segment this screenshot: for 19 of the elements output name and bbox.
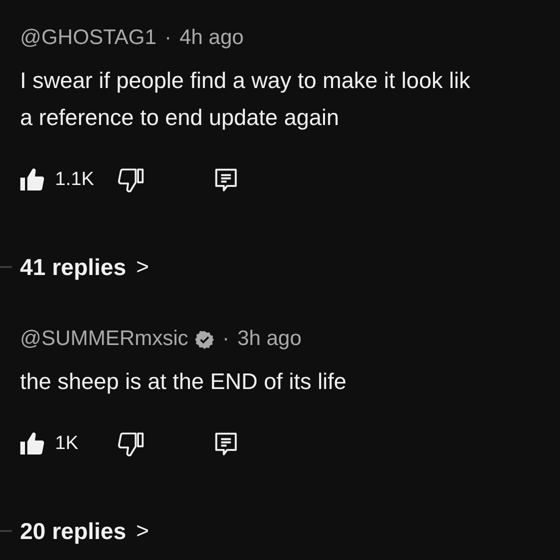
like-count: 1.1K (55, 169, 96, 191)
comment-text: the sheep is at the END of its life (20, 368, 348, 396)
dislike-button[interactable] (117, 430, 145, 458)
comment-author[interactable]: @SUMMERmxsic (20, 327, 188, 351)
comment-text: a reference to end update again (20, 104, 340, 132)
chevron-icon: > (136, 254, 149, 280)
separator-dot: · (164, 26, 172, 50)
reply-button[interactable] (213, 167, 239, 193)
replies-link[interactable]: 20 replies (20, 518, 126, 544)
reply-button[interactable] (213, 431, 239, 457)
like-count: 1K (55, 433, 80, 455)
comment-time: 4h ago (179, 26, 244, 50)
dislike-button[interactable] (117, 166, 145, 194)
chevron-icon: > (136, 518, 149, 544)
replies-link[interactable]: 41 replies (20, 254, 126, 280)
separator-dot: · (222, 327, 230, 351)
comment-time: 3h ago (237, 327, 302, 351)
comment-author[interactable]: @GHOSTAG1 (20, 26, 156, 50)
comment-text: I swear if people find a way to make it look lik (20, 67, 472, 95)
